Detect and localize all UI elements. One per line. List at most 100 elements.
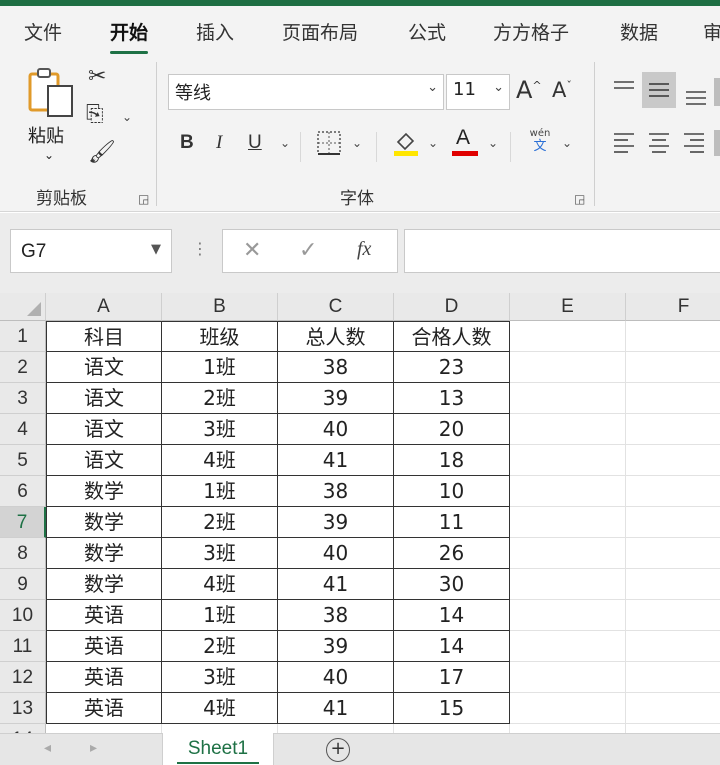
dialog-launcher-icon[interactable]: ◲ — [138, 192, 149, 206]
row-header[interactable]: 12 — [0, 662, 46, 693]
cell[interactable] — [626, 662, 720, 693]
cell[interactable] — [510, 631, 626, 662]
cell[interactable] — [510, 724, 626, 733]
cell[interactable] — [278, 724, 394, 733]
cell[interactable]: 41 — [278, 693, 394, 724]
cell[interactable]: 2班 — [162, 383, 278, 414]
cell[interactable]: 2班 — [162, 507, 278, 538]
row-header[interactable]: 3 — [0, 383, 46, 414]
column-header-f[interactable]: F — [626, 293, 720, 321]
cell[interactable]: 38 — [278, 476, 394, 507]
cell[interactable]: 语文 — [46, 352, 162, 383]
name-box[interactable]: G7 ▼ — [10, 229, 172, 273]
prev-sheet-icon[interactable]: ◂ — [44, 740, 51, 756]
insert-function-icon[interactable]: fx — [357, 238, 371, 261]
cell[interactable] — [626, 476, 720, 507]
row-header[interactable]: 8 — [0, 538, 46, 569]
cell[interactable] — [510, 662, 626, 693]
chevron-down-icon[interactable]: ⌄ — [428, 136, 438, 150]
shrink-font-icon[interactable]: Aˇ — [552, 78, 572, 102]
cell[interactable]: 41 — [278, 445, 394, 476]
cell[interactable]: 英语 — [46, 600, 162, 631]
row-header[interactable]: 1 — [0, 321, 46, 352]
cell[interactable] — [510, 383, 626, 414]
add-sheet-icon[interactable]: + — [326, 738, 350, 762]
align-middle-button[interactable] — [642, 72, 676, 108]
chevron-down-icon[interactable]: ⌄ — [562, 136, 572, 150]
dialog-launcher-icon[interactable]: ◲ — [574, 192, 585, 206]
align-top-icon[interactable] — [612, 78, 636, 98]
cell[interactable]: 11 — [394, 507, 510, 538]
cell[interactable]: 数学 — [46, 476, 162, 507]
chevron-down-icon[interactable]: ⌄ — [352, 136, 362, 150]
cell[interactable]: 3班 — [162, 662, 278, 693]
bold-button[interactable]: B — [180, 132, 194, 154]
cell[interactable]: 39 — [278, 507, 394, 538]
cell[interactable]: 38 — [278, 352, 394, 383]
column-header-c[interactable]: C — [278, 293, 394, 321]
cell[interactable]: 数学 — [46, 569, 162, 600]
cell[interactable] — [626, 321, 720, 352]
cell[interactable]: 英语 — [46, 662, 162, 693]
chevron-down-icon[interactable]: ⌄ — [488, 136, 498, 150]
grow-font-icon[interactable]: A^ — [516, 76, 542, 104]
row-header[interactable]: 7 — [0, 507, 46, 538]
cell[interactable]: 10 — [394, 476, 510, 507]
row-header[interactable]: 10 — [0, 600, 46, 631]
cell[interactable]: 合格人数 — [394, 321, 510, 352]
cell[interactable]: 15 — [394, 693, 510, 724]
cell[interactable] — [510, 445, 626, 476]
cancel-icon[interactable]: ✕ — [243, 238, 261, 263]
cell[interactable] — [626, 414, 720, 445]
cell[interactable]: 40 — [278, 662, 394, 693]
cell[interactable]: 总人数 — [278, 321, 394, 352]
select-all-corner[interactable] — [0, 293, 46, 321]
cell[interactable]: 13 — [394, 383, 510, 414]
tab-formulas[interactable]: 公式 — [408, 18, 446, 45]
italic-button[interactable]: I — [216, 132, 222, 154]
cell[interactable] — [626, 569, 720, 600]
column-header-a[interactable]: A — [46, 293, 162, 321]
cell[interactable] — [510, 414, 626, 445]
column-header-e[interactable]: E — [510, 293, 626, 321]
cell[interactable]: 14 — [394, 631, 510, 662]
cell[interactable] — [626, 352, 720, 383]
cell[interactable] — [626, 600, 720, 631]
font-size-select[interactable]: 11 ⌄ — [446, 74, 510, 110]
cell[interactable]: 20 — [394, 414, 510, 445]
cell[interactable] — [626, 538, 720, 569]
row-header[interactable]: 11 — [0, 631, 46, 662]
cell[interactable]: 40 — [278, 414, 394, 445]
cell[interactable]: 3班 — [162, 538, 278, 569]
next-sheet-icon[interactable]: ▸ — [90, 740, 97, 756]
copy-icon[interactable]: ⎘ — [86, 102, 104, 127]
column-header-d[interactable]: D — [394, 293, 510, 321]
cell[interactable]: 1班 — [162, 352, 278, 383]
cell[interactable]: 1班 — [162, 600, 278, 631]
row-header[interactable]: 5 — [0, 445, 46, 476]
tab-page-layout[interactable]: 页面布局 — [282, 18, 358, 45]
cell[interactable]: 41 — [278, 569, 394, 600]
tab-insert[interactable]: 插入 — [196, 18, 234, 45]
cell[interactable]: 38 — [278, 600, 394, 631]
cell[interactable] — [626, 724, 720, 733]
cell[interactable]: 3班 — [162, 414, 278, 445]
cell[interactable] — [626, 507, 720, 538]
formula-input[interactable] — [404, 229, 720, 273]
cell[interactable] — [626, 445, 720, 476]
cell[interactable]: 18 — [394, 445, 510, 476]
row-header[interactable]: 14 — [0, 724, 46, 733]
chevron-down-icon[interactable]: ⌄ — [280, 136, 290, 150]
fill-color-icon[interactable] — [392, 128, 420, 156]
cell[interactable]: 数学 — [46, 507, 162, 538]
cell[interactable]: 英语 — [46, 631, 162, 662]
row-header[interactable]: 13 — [0, 693, 46, 724]
row-header[interactable]: 4 — [0, 414, 46, 445]
cell[interactable]: 39 — [278, 631, 394, 662]
cell[interactable] — [626, 693, 720, 724]
cell[interactable]: 语文 — [46, 445, 162, 476]
enter-icon[interactable]: ✓ — [299, 238, 317, 263]
cell[interactable] — [510, 600, 626, 631]
cell[interactable] — [162, 724, 278, 733]
borders-icon[interactable] — [316, 130, 342, 156]
